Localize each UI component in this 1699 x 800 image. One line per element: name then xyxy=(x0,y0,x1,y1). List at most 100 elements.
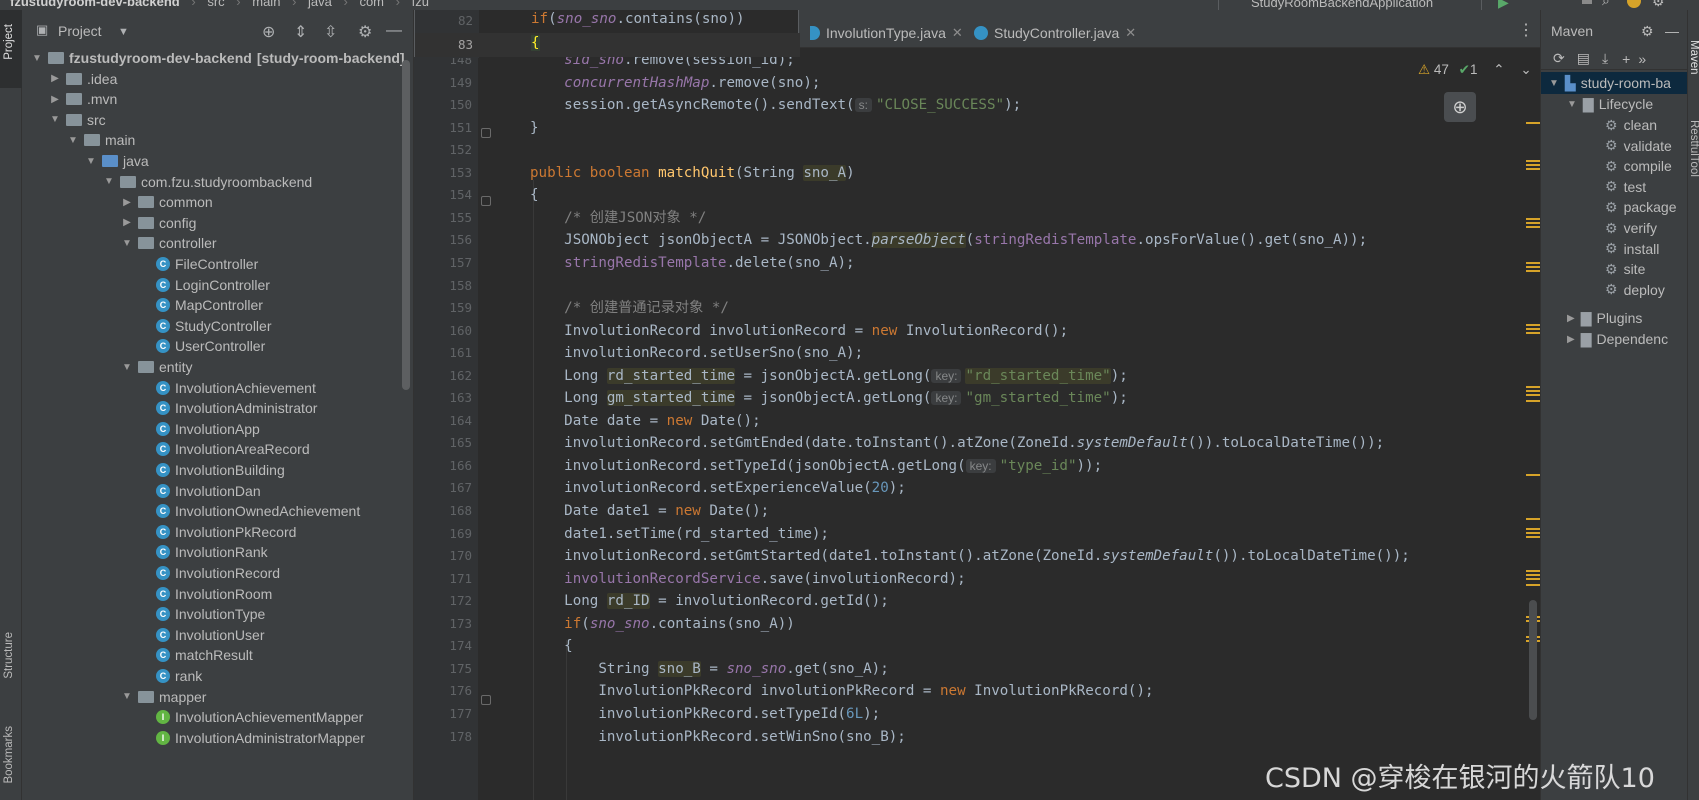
code-line[interactable]: Long rd_started_time = jsonObjectA.getLo… xyxy=(530,364,1128,388)
chevron-down-icon[interactable]: ▼ xyxy=(120,238,134,249)
fold-marker[interactable] xyxy=(481,196,491,206)
code-line[interactable]: if(sno_sno.contains(sno_A)) xyxy=(530,612,795,636)
tree-item[interactable]: ▼ fzustudyroom-dev-backend [study-room-bac… xyxy=(22,47,413,69)
warning-stripe-mark[interactable] xyxy=(1526,570,1540,572)
breadcrumb-src[interactable]: src xyxy=(207,0,224,9)
warning-stripe-mark[interactable] xyxy=(1526,328,1540,330)
tree-item[interactable]: C InvolutionType xyxy=(22,603,413,625)
code-line[interactable]: involutionRecordService.save(involutionR… xyxy=(530,567,965,591)
chevron-right-icon[interactable]: ▶ xyxy=(48,73,62,84)
maven-goal-deploy[interactable]: ⚙ deploy xyxy=(1541,279,1687,301)
tree-item[interactable]: ▶ common xyxy=(22,191,413,213)
chevron-down-icon[interactable]: ▼ xyxy=(102,176,116,187)
breadcrumb-com[interactable]: com xyxy=(359,0,384,9)
download-icon[interactable]: ⤓ xyxy=(1602,50,1608,67)
code-line[interactable]: /* 创建JSON对象 */ xyxy=(530,206,706,230)
tree-item[interactable]: C InvolutionOwnedAchievement xyxy=(22,500,413,522)
tab-study-controller[interactable]: StudyController.java ✕ xyxy=(974,20,1136,46)
tree-item[interactable]: ▼ com.fzu.studyroombackend xyxy=(22,171,413,193)
code-line[interactable]: InvolutionRecord involutionRecord = new … xyxy=(530,319,1068,343)
tree-item[interactable]: C InvolutionAreaRecord xyxy=(22,438,413,460)
tree-item[interactable]: C MapController xyxy=(22,294,413,316)
code-line[interactable]: /* 创建普通记录对象 */ xyxy=(530,296,729,320)
code-line[interactable]: date1.setTime(rd_started_time); xyxy=(530,522,829,546)
locate-file-icon[interactable]: ⊕ xyxy=(262,22,275,42)
breadcrumb-project[interactable]: fzustudyroom-dev-backend xyxy=(10,0,180,9)
tree-item[interactable]: ▼ controller xyxy=(22,232,413,254)
tree-item[interactable]: C InvolutionUser xyxy=(22,624,413,646)
options-gear-icon[interactable]: ⚙ xyxy=(358,22,372,42)
code-line[interactable]: Long rd_ID = involutionRecord.getId(); xyxy=(530,589,889,613)
maven-goal-validate[interactable]: ⚙ validate xyxy=(1541,135,1687,157)
code-line[interactable]: public boolean matchQuit(String sno_A) xyxy=(530,161,855,185)
run-configuration-select[interactable]: StudyRoomBackendApplication xyxy=(1218,0,1482,10)
previous-highlight-icon[interactable]: ⌃ xyxy=(1493,62,1504,77)
warning-stripe-mark[interactable] xyxy=(1526,528,1540,530)
project-tool-tab[interactable]: Project xyxy=(3,24,15,60)
inspection-widget[interactable]: ⚠ 47 ✔1 ⌃ ⌄ xyxy=(1418,62,1532,78)
tree-item[interactable]: C FileController xyxy=(22,253,413,275)
tree-item[interactable]: C InvolutionDan xyxy=(22,480,413,502)
tree-item[interactable]: C InvolutionRank xyxy=(22,541,413,563)
warning-stripe-mark[interactable] xyxy=(1526,262,1540,264)
tree-item[interactable]: ▼ mapper xyxy=(22,686,413,708)
tree-item[interactable]: I InvolutionAchievementMapper xyxy=(22,706,413,728)
code-line[interactable]: involutionPkRecord.setTypeId(6L); xyxy=(530,702,880,726)
maven-plugins-node[interactable]: ▶ ▇ Plugins xyxy=(1541,307,1687,329)
code-line[interactable]: InvolutionPkRecord involutionPkRecord = … xyxy=(530,679,1153,703)
bookmarks-tool-tab[interactable]: Bookmarks xyxy=(3,726,15,784)
tree-item[interactable]: CmatchResult xyxy=(22,644,413,666)
add-icon[interactable]: + xyxy=(1622,51,1630,67)
code-line[interactable]: Date date = new Date(); xyxy=(530,409,760,433)
code-line[interactable]: Long gm_started_time = jsonObjectA.getLo… xyxy=(530,386,1128,410)
maven-goal-compile[interactable]: ⚙ compile xyxy=(1541,155,1687,177)
warning-stripe-mark[interactable] xyxy=(1526,218,1540,220)
warning-stripe-mark[interactable] xyxy=(1526,266,1540,268)
update-badge-icon[interactable] xyxy=(1627,0,1641,8)
tree-item[interactable]: C InvolutionAchievement xyxy=(22,377,413,399)
fold-marker[interactable] xyxy=(481,695,491,705)
breadcrumb-java[interactable]: java xyxy=(308,0,332,9)
warning-stripe-mark[interactable] xyxy=(1526,574,1540,576)
tree-item[interactable]: C InvolutionBuilding xyxy=(22,459,413,481)
tree-item[interactable]: C InvolutionRecord xyxy=(22,562,413,584)
code-line[interactable]: involutionRecord.setExperienceValue(20); xyxy=(530,476,906,500)
tree-item[interactable]: ▼ entity xyxy=(22,356,413,378)
maven-lifecycle-node[interactable]: ▼ ▇ Lifecycle xyxy=(1541,93,1687,115)
code-line[interactable]: Date date1 = new Date(); xyxy=(530,499,769,523)
collapse-all-icon[interactable]: ⇳ xyxy=(324,22,337,42)
code-line[interactable]: { xyxy=(530,183,539,207)
chevron-right-icon[interactable]: ▶ xyxy=(48,94,62,105)
tree-item[interactable]: I InvolutionAdministratorMapper xyxy=(22,727,413,749)
breadcrumb-main[interactable]: main xyxy=(252,0,280,9)
warning-stripe-mark[interactable] xyxy=(1526,270,1540,272)
code-line[interactable]: involutionRecord.setTypeId(jsonObjectA.g… xyxy=(530,454,1102,478)
tree-item[interactable]: ▼ main xyxy=(22,129,413,151)
fold-marker[interactable] xyxy=(481,128,491,138)
tree-item[interactable]: ▼ java xyxy=(22,150,413,172)
warning-stripe-mark[interactable] xyxy=(1526,400,1540,402)
warning-stripe-mark[interactable] xyxy=(1526,386,1540,388)
warning-stripe-mark[interactable] xyxy=(1526,168,1540,170)
tree-item[interactable]: C LoginController xyxy=(22,274,413,296)
chevron-down-icon[interactable]: ▼ xyxy=(84,156,98,167)
code-line[interactable]: JSONObject jsonObjectA = JSONObject.pars… xyxy=(530,228,1367,252)
code-line[interactable]: involutionRecord.setGmtStarted(date1.toI… xyxy=(530,544,1410,568)
structure-tool-tab[interactable]: Structure xyxy=(3,632,15,679)
tree-item[interactable]: C InvolutionAdministrator xyxy=(22,397,413,419)
tree-item[interactable]: ▶ config xyxy=(22,212,413,234)
chevron-down-icon[interactable]: ▼ xyxy=(66,135,80,146)
warning-stripe-mark[interactable] xyxy=(1526,222,1540,224)
code-line[interactable]: { xyxy=(530,634,573,658)
restfultool-tool-tab[interactable]: RestfulTool xyxy=(1688,120,1699,177)
maven-dependencies-node[interactable]: ▶ ▇ Dependenc xyxy=(1541,328,1687,350)
tree-item[interactable]: C InvolutionPkRecord xyxy=(22,521,413,543)
maven-hide-icon[interactable]: — xyxy=(1665,23,1679,39)
tree-item[interactable]: C InvolutionApp xyxy=(22,418,413,440)
generate-sources-icon[interactable]: ▤ xyxy=(1577,50,1590,67)
chevron-down-icon[interactable]: ▼ xyxy=(120,691,134,702)
maven-project-node[interactable]: ▼ ▙ study-room-ba xyxy=(1541,72,1687,94)
maven-goal-clean[interactable]: ⚙ clean xyxy=(1541,114,1687,136)
expand-all-icon[interactable]: ⇕ xyxy=(294,22,307,42)
warning-stripe-mark[interactable] xyxy=(1526,536,1540,538)
